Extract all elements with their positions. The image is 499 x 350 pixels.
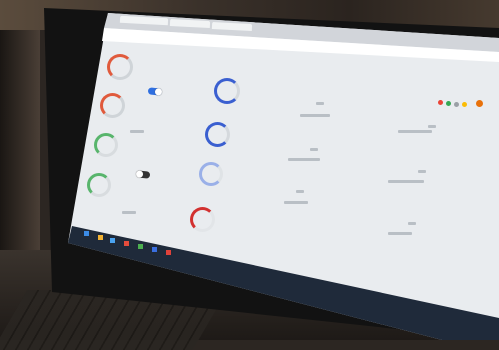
taskbar-app-icon[interactable]: [152, 247, 157, 252]
profile-avatar[interactable]: [476, 100, 483, 107]
value-slot: [428, 125, 436, 128]
gauge-3: [94, 133, 118, 157]
taskbar-app-icon[interactable]: [110, 238, 115, 243]
label-slot: [130, 130, 144, 133]
label-slot: [122, 211, 136, 214]
taskbar-app-icon[interactable]: [166, 250, 171, 255]
extension-yellow-icon[interactable]: [462, 102, 467, 107]
label-slot: [388, 180, 424, 183]
extension-gray-icon[interactable]: [454, 102, 459, 107]
label-slot: [398, 130, 432, 133]
taskbar-app-icon[interactable]: [138, 244, 143, 249]
taskbar-app-icon[interactable]: [124, 241, 129, 246]
value-slot: [310, 148, 318, 151]
start-icon[interactable]: [84, 231, 89, 236]
taskbar-app-icon[interactable]: [98, 235, 103, 240]
value-slot: [418, 170, 426, 173]
label-slot: [300, 114, 330, 117]
label-slot: [284, 201, 308, 204]
label-slot: [288, 158, 320, 161]
gauge-red-arc: [190, 207, 215, 232]
gauge-4: [87, 173, 111, 197]
gauge-2: [100, 93, 125, 118]
label-slot: [388, 232, 412, 235]
toggle-knob: [135, 170, 144, 178]
extension-green-icon[interactable]: [446, 101, 451, 106]
value-slot: [296, 190, 304, 193]
gauge-blue-3: [199, 162, 223, 186]
value-slot: [408, 222, 416, 225]
toggle-switch-on[interactable]: [147, 87, 163, 96]
toggle-switch-off[interactable]: [135, 170, 151, 179]
value-slot: [316, 102, 324, 105]
extension-red-icon[interactable]: [438, 100, 443, 105]
gauge-blue-2: [205, 122, 230, 147]
gauge-blue-1: [214, 78, 240, 104]
gauge-1: [107, 54, 133, 80]
